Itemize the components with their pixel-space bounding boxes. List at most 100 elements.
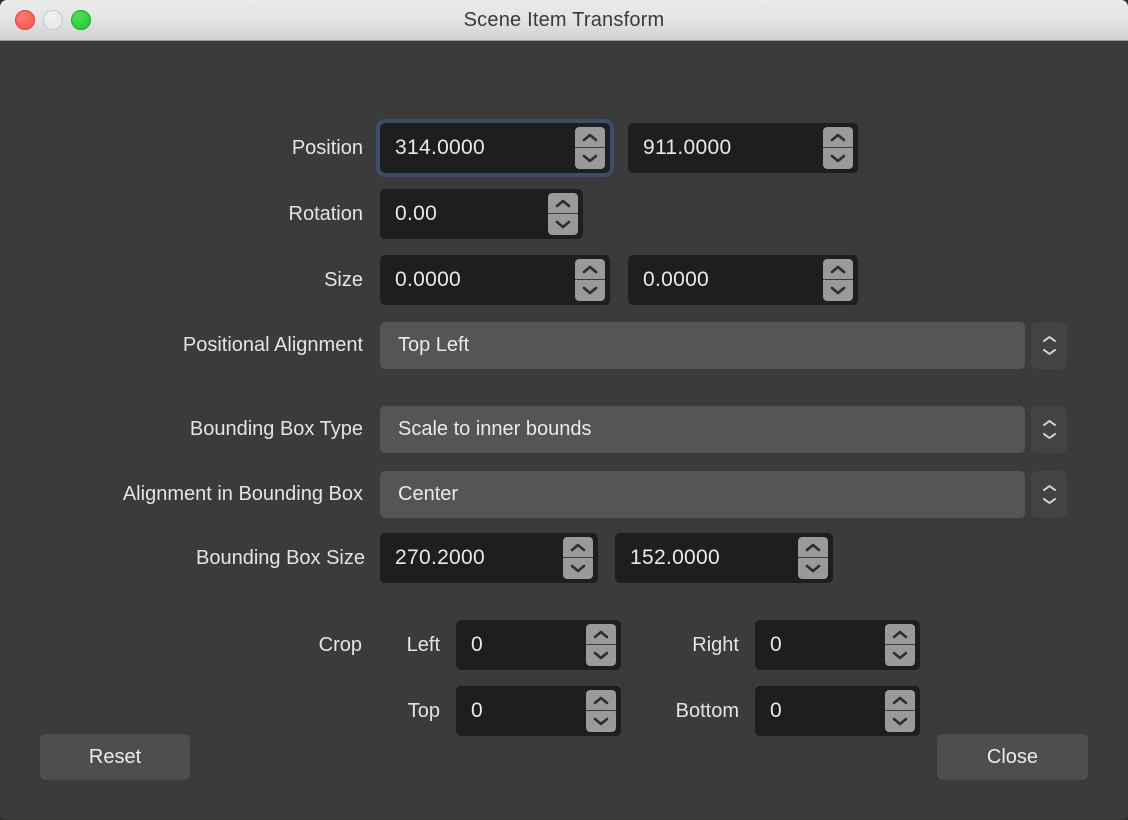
position-y-increment-button[interactable] xyxy=(823,127,853,148)
chevron-up-icon xyxy=(1042,336,1056,342)
row-size: Size 0.0000 0.0000 xyxy=(0,255,1128,305)
positional-alignment-label: Positional Alignment xyxy=(182,334,363,356)
maximize-window-button[interactable] xyxy=(71,10,91,30)
crop-bottom-increment-button[interactable] xyxy=(885,690,915,711)
chevron-down-icon xyxy=(1042,433,1056,439)
bounding-box-height-decrement-button[interactable] xyxy=(798,558,828,579)
crop-left-spinbox[interactable]: 0 xyxy=(456,620,621,670)
size-width-decrement-button[interactable] xyxy=(575,280,605,301)
position-y-stepper[interactable] xyxy=(823,127,853,169)
bounding-box-height-value[interactable]: 152.0000 xyxy=(615,533,798,583)
positional-alignment-dropdown-button[interactable] xyxy=(1031,322,1067,369)
bounding-box-type-dropdown-button[interactable] xyxy=(1031,406,1067,453)
chevron-down-icon xyxy=(892,651,908,660)
crop-top-increment-button[interactable] xyxy=(586,690,616,711)
alignment-in-bounding-box-dropdown-button[interactable] xyxy=(1031,471,1067,518)
position-x-value[interactable]: 314.0000 xyxy=(380,123,575,173)
chevron-up-icon xyxy=(1042,485,1056,491)
chevron-up-icon xyxy=(593,630,609,638)
close-window-button[interactable] xyxy=(15,10,35,30)
position-y-value[interactable]: 911.0000 xyxy=(628,123,823,173)
minimize-window-button[interactable] xyxy=(43,10,63,30)
positional-alignment-combobox[interactable]: Top Left xyxy=(380,322,1025,369)
chevron-up-icon xyxy=(830,133,846,141)
position-y-spinbox[interactable]: 911.0000 xyxy=(628,123,858,173)
row-positional-alignment: Positional Alignment Top Left xyxy=(0,322,1128,369)
bounding-box-width-spinbox[interactable]: 270.2000 xyxy=(380,533,598,583)
bounding-box-height-stepper[interactable] xyxy=(798,537,828,579)
crop-bottom-stepper[interactable] xyxy=(885,690,915,732)
bounding-box-type-combobox[interactable]: Scale to inner bounds xyxy=(380,406,1025,453)
crop-top-decrement-button[interactable] xyxy=(586,711,616,732)
size-width-increment-button[interactable] xyxy=(575,259,605,280)
crop-bottom-decrement-button[interactable] xyxy=(885,711,915,732)
size-height-increment-button[interactable] xyxy=(823,259,853,280)
size-height-spinbox[interactable]: 0.0000 xyxy=(628,255,858,305)
crop-right-spinbox[interactable]: 0 xyxy=(755,620,920,670)
reset-button[interactable]: Reset xyxy=(40,734,190,780)
crop-bottom-spinbox[interactable]: 0 xyxy=(755,686,920,736)
crop-top-label: Top xyxy=(407,699,440,722)
chevron-up-icon xyxy=(830,265,846,273)
chevron-up-icon xyxy=(892,696,908,704)
chevron-up-icon xyxy=(805,543,821,551)
crop-left-stepper[interactable] xyxy=(586,624,616,666)
bounding-box-width-decrement-button[interactable] xyxy=(563,558,593,579)
row-crop-top-bottom: Top 0 Bottom 0 xyxy=(0,686,1128,736)
rotation-increment-button[interactable] xyxy=(548,193,578,214)
crop-top-spinbox[interactable]: 0 xyxy=(456,686,621,736)
chevron-up-icon xyxy=(582,265,598,273)
crop-left-increment-button[interactable] xyxy=(586,624,616,645)
chevron-down-icon xyxy=(892,717,908,726)
size-width-spinbox[interactable]: 0.0000 xyxy=(380,255,610,305)
form-area: Position 314.0000 911.0000 Rotation 0.00… xyxy=(0,41,1128,820)
rotation-spinbox[interactable]: 0.00 xyxy=(380,189,583,239)
close-button[interactable]: Close xyxy=(937,734,1088,780)
chevron-down-icon xyxy=(555,220,571,229)
position-x-increment-button[interactable] xyxy=(575,127,605,148)
size-height-value[interactable]: 0.0000 xyxy=(628,255,823,305)
bounding-box-width-value[interactable]: 270.2000 xyxy=(380,533,563,583)
rotation-stepper[interactable] xyxy=(548,193,578,235)
crop-top-stepper[interactable] xyxy=(586,690,616,732)
size-width-stepper[interactable] xyxy=(575,259,605,301)
crop-left-decrement-button[interactable] xyxy=(586,645,616,666)
crop-left-label: Left xyxy=(406,633,440,656)
chevron-up-icon xyxy=(1042,420,1056,426)
bounding-box-size-label: Bounding Box Size xyxy=(195,546,365,569)
row-bounding-box-size: Bounding Box Size 270.2000 152.0000 xyxy=(0,533,1128,583)
crop-left-value[interactable]: 0 xyxy=(456,620,586,670)
position-x-spinbox[interactable]: 314.0000 xyxy=(376,119,614,177)
chevron-down-icon xyxy=(570,564,586,573)
size-height-decrement-button[interactable] xyxy=(823,280,853,301)
crop-right-stepper[interactable] xyxy=(885,624,915,666)
crop-bottom-value[interactable]: 0 xyxy=(755,686,885,736)
position-x-stepper[interactable] xyxy=(575,127,605,169)
chevron-up-icon xyxy=(593,696,609,704)
row-bounding-box-type: Bounding Box Type Scale to inner bounds xyxy=(0,406,1128,453)
rotation-value[interactable]: 0.00 xyxy=(380,189,548,239)
position-y-decrement-button[interactable] xyxy=(823,148,853,169)
chevron-up-icon xyxy=(582,133,598,141)
alignment-in-bounding-box-value: Center xyxy=(398,483,459,505)
bounding-box-height-increment-button[interactable] xyxy=(798,537,828,558)
bounding-box-width-increment-button[interactable] xyxy=(563,537,593,558)
rotation-decrement-button[interactable] xyxy=(548,214,578,235)
size-width-value[interactable]: 0.0000 xyxy=(380,255,575,305)
crop-right-decrement-button[interactable] xyxy=(885,645,915,666)
traffic-light-group xyxy=(15,10,91,30)
window-title: Scene Item Transform xyxy=(463,8,665,31)
chevron-up-icon xyxy=(570,543,586,551)
crop-right-increment-button[interactable] xyxy=(885,624,915,645)
crop-right-value[interactable]: 0 xyxy=(755,620,885,670)
alignment-in-bounding-box-combobox[interactable]: Center xyxy=(380,471,1025,518)
size-height-stepper[interactable] xyxy=(823,259,853,301)
rotation-label: Rotation xyxy=(288,202,364,225)
position-label: Position xyxy=(291,136,363,159)
position-x-decrement-button[interactable] xyxy=(575,148,605,169)
chevron-down-icon xyxy=(593,717,609,726)
bounding-box-width-stepper[interactable] xyxy=(563,537,593,579)
row-crop-left-right: Crop Left 0 Right 0 xyxy=(0,620,1128,670)
crop-top-value[interactable]: 0 xyxy=(456,686,586,736)
bounding-box-height-spinbox[interactable]: 152.0000 xyxy=(615,533,833,583)
